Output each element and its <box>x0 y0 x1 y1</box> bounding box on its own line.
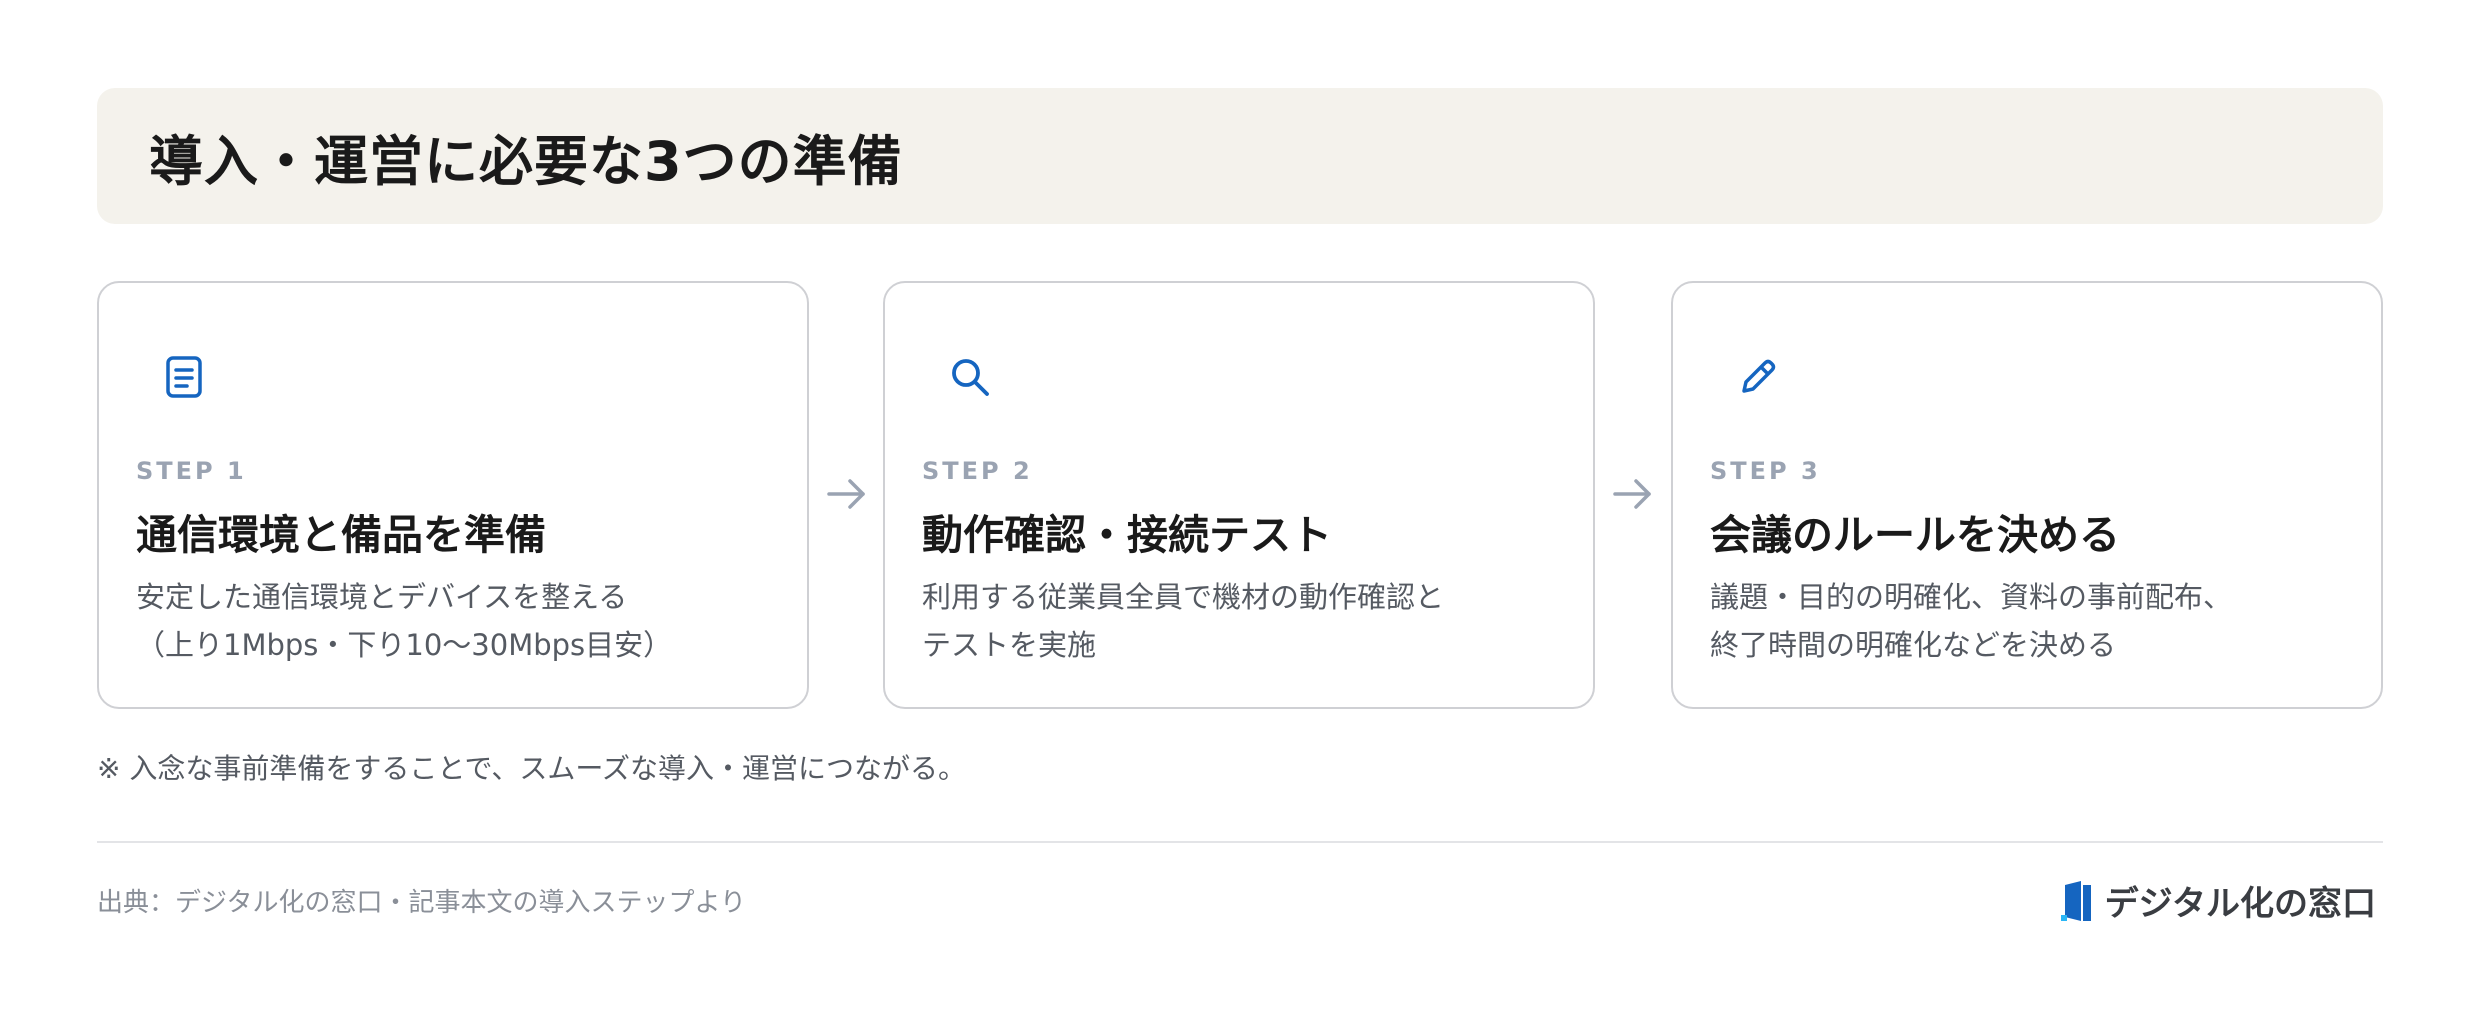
step-description-line: 利用する従業員全員で機材の動作確認と <box>922 580 1445 614</box>
step-description-line: （上り1Mbps・下り10〜30Mbps目安） <box>136 628 673 662</box>
step-description-line: 議題・目的の明確化、資料の事前配布、 <box>1710 580 2233 614</box>
title-banner: 導入・運営に必要な3つの準備 <box>97 88 2383 224</box>
pencil-icon <box>1742 359 1776 393</box>
step-description-line: テストを実施 <box>922 628 1097 662</box>
step-heading: 会議のルールを決める <box>1710 511 2120 559</box>
step-description-line: 安定した通信環境とデバイスを整える <box>136 580 628 614</box>
arrow-right-icon <box>827 479 865 509</box>
brand-logo-icon <box>2060 880 2091 921</box>
step-label: STEP 3 <box>1710 457 1821 485</box>
step-heading: 動作確認・接続テスト <box>922 511 1332 559</box>
source-credit: 出典：デジタル化の窓口・記事本文の導入ステップより <box>97 888 746 918</box>
search-icon <box>952 359 989 396</box>
divider <box>97 841 2383 843</box>
step-description-line: 終了時間の明確化などを決める <box>1710 628 2117 662</box>
step-card-3: STEP 3 会議のルールを決める 議題・目的の明確化、資料の事前配布、 終了時… <box>1671 281 2383 709</box>
step-heading: 通信環境と備品を準備 <box>136 511 546 559</box>
step-description: 議題・目的の明確化、資料の事前配布、 終了時間の明確化などを決める <box>1710 573 2232 669</box>
brand-name: デジタル化の窓口 <box>2104 884 2376 924</box>
brand: デジタル化の窓口 <box>2059 876 2376 925</box>
step-description: 安定した通信環境とデバイスを整える （上り1Mbps・下り10〜30Mbps目安… <box>136 573 672 669</box>
step-description: 利用する従業員全員で機材の動作確認と テストを実施 <box>922 573 1444 669</box>
step-label: STEP 2 <box>922 457 1033 485</box>
step-card-2: STEP 2 動作確認・接続テスト 利用する従業員全員で機材の動作確認と テスト… <box>883 281 1595 709</box>
step-card-1: STEP 1 通信環境と備品を準備 安定した通信環境とデバイスを整える （上り1… <box>97 281 809 709</box>
page-title: 導入・運営に必要な3つの準備 <box>149 129 903 193</box>
footnote: ※ 入念な事前準備をすることで、スムーズな導入・運営につながる。 <box>97 752 967 785</box>
arrow-right-icon <box>1613 479 1651 509</box>
step-label: STEP 1 <box>136 457 247 485</box>
document-icon <box>166 356 202 398</box>
